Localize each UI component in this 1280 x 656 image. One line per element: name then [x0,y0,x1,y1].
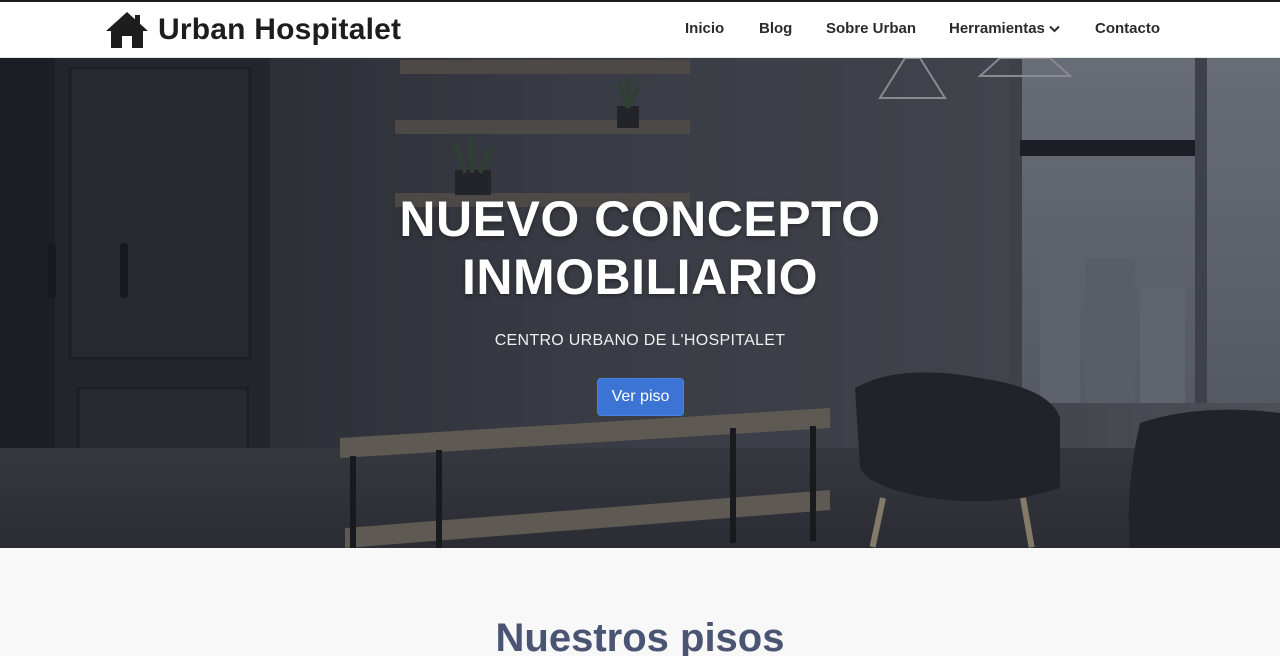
section-title-nuestros-pisos: Nuestros pisos [495,616,785,656]
navbar: Urban Hospitalet Inicio Blog Sobre Urban… [0,2,1280,58]
nav-item-herramientas-label: Herramientas [949,20,1045,37]
nav-item-sobre-urban[interactable]: Sobre Urban [826,20,916,37]
chevron-down-icon [1049,24,1060,33]
nav-item-herramientas[interactable]: Herramientas [949,20,1060,37]
ver-piso-button[interactable]: Ver piso [597,378,684,416]
hero-title: NUEVO CONCEPTO INMOBILIARIO [399,191,881,305]
brand-link[interactable]: Urban Hospitalet [104,10,401,50]
house-icon [104,10,150,50]
nav-item-blog[interactable]: Blog [759,20,792,37]
nav-item-contacto[interactable]: Contacto [1095,20,1160,37]
hero-subtitle: CENTRO URBANO DE L'HOSPITALET [494,332,786,349]
brand-name: Urban Hospitalet [158,13,402,46]
nav-item-inicio[interactable]: Inicio [685,20,724,37]
hero-banner: NUEVO CONCEPTO INMOBILIARIO CENTRO URBAN… [0,58,1280,548]
